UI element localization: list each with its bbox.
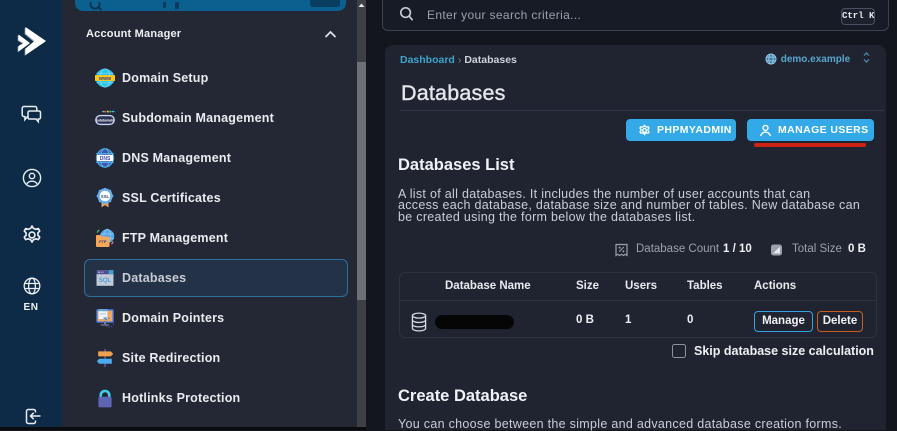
- svg-text:SQL: SQL: [99, 278, 112, 284]
- svg-text:WWW: WWW: [99, 76, 112, 81]
- svg-text:FTP: FTP: [99, 239, 107, 244]
- svg-text:DNS: DNS: [100, 156, 111, 162]
- svg-text:subdomain: subdomain: [96, 119, 114, 123]
- svg-text:SSL: SSL: [101, 194, 110, 199]
